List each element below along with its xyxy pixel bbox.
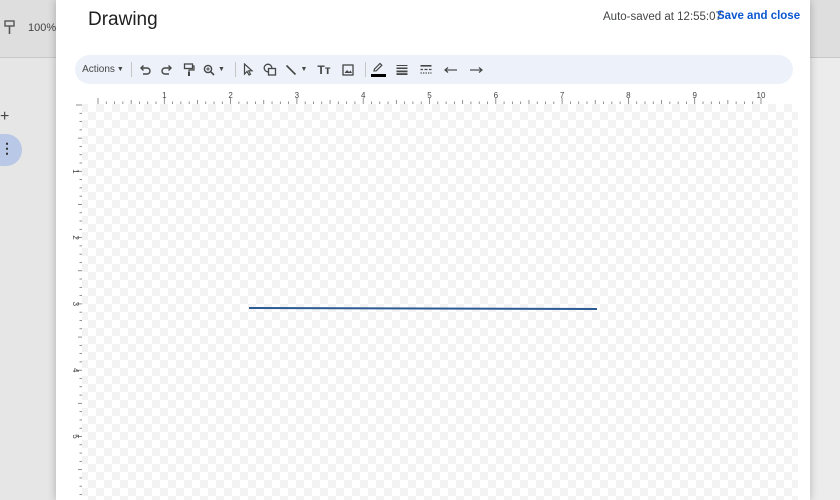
line-end-button[interactable] (465, 58, 487, 81)
horizontal-ruler-marks: 1 2 3 4 5 6 7 8 9 10 (97, 91, 766, 104)
dialog-title: Drawing (88, 9, 158, 30)
actions-label: Actions (82, 64, 115, 75)
line-icon (285, 64, 296, 75)
save-and-close-button[interactable]: Save and close (717, 10, 800, 22)
paint-format-icon (183, 62, 195, 76)
text-box-button[interactable]: Tт (313, 58, 335, 81)
background-more-icon: ⋮ (0, 140, 14, 156)
line-weight-icon (396, 65, 408, 75)
select-button[interactable] (237, 58, 259, 81)
line-end-icon (470, 66, 483, 73)
ruler-label: 6 (494, 91, 499, 100)
select-icon (243, 63, 254, 76)
redo-button[interactable] (156, 58, 178, 81)
ruler-label: 1 (162, 91, 167, 100)
ruler-label: 7 (560, 91, 565, 100)
undo-icon (140, 64, 151, 75)
redo-icon (161, 64, 172, 75)
line-start-button[interactable] (440, 58, 462, 81)
line-dash-button[interactable] (415, 58, 437, 81)
autosave-status: Auto-saved at 12:55:07 (603, 11, 722, 23)
drawing-canvas[interactable] (72, 104, 798, 500)
image-icon (342, 63, 354, 76)
ruler-label: 5 (71, 434, 80, 439)
line-color-icon (373, 62, 383, 72)
zoom-button[interactable]: ▼ (200, 58, 228, 81)
line-shape[interactable] (248, 297, 598, 310)
toolbar-divider (365, 62, 366, 77)
ruler-label: 1 (71, 169, 80, 174)
line-weight-button[interactable] (391, 58, 413, 81)
ruler-label: 2 (71, 235, 80, 240)
horizontal-ruler: 1 2 3 4 5 6 7 8 9 10 (68, 90, 798, 104)
ruler-label: 3 (71, 302, 80, 307)
ruler-label: 8 (626, 91, 631, 100)
ruler-label: 5 (427, 91, 432, 100)
line-color-swatch (370, 74, 386, 77)
line-dash-icon (420, 65, 432, 74)
paint-format-button[interactable] (178, 58, 200, 81)
drawing-toolbar: Actions ▼ ▼ ▼ Tт (75, 55, 793, 84)
ruler-label: 2 (228, 91, 233, 100)
ruler-label: 10 (757, 91, 766, 100)
vertical-ruler: 1 2 3 4 5 (68, 104, 82, 500)
drawing-dialog: Drawing Auto-saved at 12:55:07 Save and … (56, 0, 810, 500)
ruler-label: 4 (71, 368, 80, 373)
text-box-icon: Tт (317, 62, 331, 77)
ruler-label: 3 (295, 91, 300, 100)
line-button[interactable]: ▼ (281, 58, 311, 81)
line-start-icon (444, 66, 457, 73)
ruler-label: 9 (692, 91, 697, 100)
background-plus-icon: + (0, 108, 10, 125)
image-button[interactable] (337, 58, 359, 81)
undo-button[interactable] (134, 58, 156, 81)
shape-icon (263, 63, 277, 76)
shape-button[interactable] (259, 58, 281, 81)
toolbar-divider (235, 62, 236, 77)
vertical-ruler-marks: 1 2 3 4 5 (71, 104, 82, 495)
chevron-down-icon: ▼ (218, 66, 225, 73)
ruler-label: 4 (361, 91, 366, 100)
background-zoom-label: 100% (28, 22, 57, 34)
line-shape-graphic (248, 307, 598, 310)
chevron-down-icon: ▼ (300, 66, 308, 73)
line-color-button[interactable] (367, 58, 389, 81)
toolbar-divider (131, 62, 132, 77)
zoom-icon (203, 64, 215, 76)
actions-menu-button[interactable]: Actions ▼ (81, 58, 125, 81)
chevron-down-icon: ▼ (116, 66, 124, 73)
background-paint-icon (4, 20, 16, 41)
